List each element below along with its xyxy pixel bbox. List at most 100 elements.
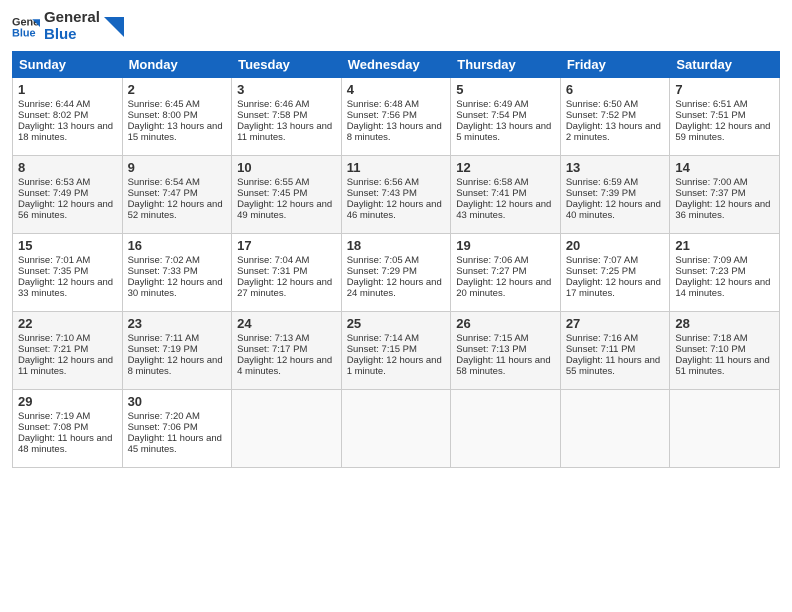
day-cell: 9Sunrise: 6:54 AMSunset: 7:47 PMDaylight… bbox=[122, 156, 232, 234]
day-info: Daylight: 12 hours and 43 minutes. bbox=[456, 199, 555, 221]
day-number: 10 bbox=[237, 160, 336, 175]
day-info: Daylight: 13 hours and 8 minutes. bbox=[347, 121, 446, 143]
day-info: Daylight: 12 hours and 4 minutes. bbox=[237, 355, 336, 377]
day-info: Sunset: 7:17 PM bbox=[237, 344, 336, 355]
day-number: 19 bbox=[456, 238, 555, 253]
col-header-friday: Friday bbox=[560, 52, 670, 78]
day-cell bbox=[670, 390, 780, 468]
day-number: 21 bbox=[675, 238, 774, 253]
day-info: Sunset: 7:49 PM bbox=[18, 188, 117, 199]
day-info: Sunrise: 6:46 AM bbox=[237, 99, 336, 110]
day-info: Sunset: 7:31 PM bbox=[237, 266, 336, 277]
day-info: Daylight: 11 hours and 55 minutes. bbox=[566, 355, 665, 377]
logo: General Blue General Blue bbox=[12, 10, 124, 43]
day-info: Sunrise: 7:09 AM bbox=[675, 255, 774, 266]
day-cell: 15Sunrise: 7:01 AMSunset: 7:35 PMDayligh… bbox=[13, 234, 123, 312]
week-row-2: 8Sunrise: 6:53 AMSunset: 7:49 PMDaylight… bbox=[13, 156, 780, 234]
day-info: Daylight: 12 hours and 33 minutes. bbox=[18, 277, 117, 299]
header-row: SundayMondayTuesdayWednesdayThursdayFrid… bbox=[13, 52, 780, 78]
day-info: Sunset: 7:27 PM bbox=[456, 266, 555, 277]
day-info: Sunrise: 6:54 AM bbox=[128, 177, 227, 188]
col-header-saturday: Saturday bbox=[670, 52, 780, 78]
day-info: Sunrise: 7:10 AM bbox=[18, 333, 117, 344]
day-number: 1 bbox=[18, 82, 117, 97]
week-row-1: 1Sunrise: 6:44 AMSunset: 8:02 PMDaylight… bbox=[13, 78, 780, 156]
day-info: Sunrise: 7:13 AM bbox=[237, 333, 336, 344]
day-info: Sunset: 7:25 PM bbox=[566, 266, 665, 277]
day-info: Sunrise: 7:14 AM bbox=[347, 333, 446, 344]
day-info: Sunrise: 7:11 AM bbox=[128, 333, 227, 344]
day-number: 18 bbox=[347, 238, 446, 253]
day-info: Daylight: 12 hours and 36 minutes. bbox=[675, 199, 774, 221]
day-cell: 22Sunrise: 7:10 AMSunset: 7:21 PMDayligh… bbox=[13, 312, 123, 390]
day-info: Daylight: 13 hours and 2 minutes. bbox=[566, 121, 665, 143]
day-number: 14 bbox=[675, 160, 774, 175]
day-info: Sunset: 7:15 PM bbox=[347, 344, 446, 355]
day-cell: 26Sunrise: 7:15 AMSunset: 7:13 PMDayligh… bbox=[451, 312, 561, 390]
day-number: 5 bbox=[456, 82, 555, 97]
day-info: Sunset: 7:39 PM bbox=[566, 188, 665, 199]
day-info: Sunrise: 7:01 AM bbox=[18, 255, 117, 266]
day-cell: 16Sunrise: 7:02 AMSunset: 7:33 PMDayligh… bbox=[122, 234, 232, 312]
day-cell: 10Sunrise: 6:55 AMSunset: 7:45 PMDayligh… bbox=[232, 156, 342, 234]
day-info: Daylight: 11 hours and 58 minutes. bbox=[456, 355, 555, 377]
day-info: Sunset: 7:52 PM bbox=[566, 110, 665, 121]
day-info: Sunset: 7:41 PM bbox=[456, 188, 555, 199]
day-cell: 1Sunrise: 6:44 AMSunset: 8:02 PMDaylight… bbox=[13, 78, 123, 156]
day-cell: 28Sunrise: 7:18 AMSunset: 7:10 PMDayligh… bbox=[670, 312, 780, 390]
day-info: Sunset: 7:10 PM bbox=[675, 344, 774, 355]
day-cell: 21Sunrise: 7:09 AMSunset: 7:23 PMDayligh… bbox=[670, 234, 780, 312]
page-container: General Blue General Blue SundayMondayTu… bbox=[0, 0, 792, 478]
day-info: Sunset: 8:02 PM bbox=[18, 110, 117, 121]
day-number: 20 bbox=[566, 238, 665, 253]
day-cell bbox=[341, 390, 451, 468]
svg-text:Blue: Blue bbox=[12, 27, 36, 39]
col-header-sunday: Sunday bbox=[13, 52, 123, 78]
day-info: Sunset: 7:54 PM bbox=[456, 110, 555, 121]
day-cell: 29Sunrise: 7:19 AMSunset: 7:08 PMDayligh… bbox=[13, 390, 123, 468]
day-number: 2 bbox=[128, 82, 227, 97]
day-info: Sunrise: 7:04 AM bbox=[237, 255, 336, 266]
day-info: Sunrise: 7:20 AM bbox=[128, 411, 227, 422]
day-cell: 2Sunrise: 6:45 AMSunset: 8:00 PMDaylight… bbox=[122, 78, 232, 156]
day-info: Sunrise: 6:45 AM bbox=[128, 99, 227, 110]
day-cell: 5Sunrise: 6:49 AMSunset: 7:54 PMDaylight… bbox=[451, 78, 561, 156]
day-info: Sunset: 7:56 PM bbox=[347, 110, 446, 121]
day-info: Sunrise: 7:00 AM bbox=[675, 177, 774, 188]
day-cell: 14 Sunrise: 7:00 AMSunset: 7:37 PMDayligh… bbox=[670, 156, 780, 234]
day-info: Daylight: 12 hours and 30 minutes. bbox=[128, 277, 227, 299]
day-info: Sunrise: 7:05 AM bbox=[347, 255, 446, 266]
day-cell: 8Sunrise: 6:53 AMSunset: 7:49 PMDaylight… bbox=[13, 156, 123, 234]
col-header-monday: Monday bbox=[122, 52, 232, 78]
day-info: Sunrise: 6:51 AM bbox=[675, 99, 774, 110]
logo-general: General bbox=[44, 10, 100, 27]
day-info: Sunrise: 6:56 AM bbox=[347, 177, 446, 188]
day-number: 12 bbox=[456, 160, 555, 175]
day-info: Daylight: 13 hours and 15 minutes. bbox=[128, 121, 227, 143]
day-info: Sunset: 7:51 PM bbox=[675, 110, 774, 121]
day-info: Daylight: 12 hours and 27 minutes. bbox=[237, 277, 336, 299]
day-info: Daylight: 12 hours and 56 minutes. bbox=[18, 199, 117, 221]
day-cell: 30Sunrise: 7:20 AMSunset: 7:06 PMDayligh… bbox=[122, 390, 232, 468]
week-row-4: 22Sunrise: 7:10 AMSunset: 7:21 PMDayligh… bbox=[13, 312, 780, 390]
day-info: Sunset: 7:11 PM bbox=[566, 344, 665, 355]
day-cell: 19Sunrise: 7:06 AMSunset: 7:27 PMDayligh… bbox=[451, 234, 561, 312]
day-info: Daylight: 11 hours and 48 minutes. bbox=[18, 433, 117, 455]
day-info: Sunrise: 7:16 AM bbox=[566, 333, 665, 344]
day-info: Sunset: 7:08 PM bbox=[18, 422, 117, 433]
day-info: Daylight: 12 hours and 11 minutes. bbox=[18, 355, 117, 377]
day-info: Sunrise: 7:02 AM bbox=[128, 255, 227, 266]
day-cell: 25Sunrise: 7:14 AMSunset: 7:15 PMDayligh… bbox=[341, 312, 451, 390]
day-number: 16 bbox=[128, 238, 227, 253]
calendar-table: SundayMondayTuesdayWednesdayThursdayFrid… bbox=[12, 51, 780, 468]
day-info: Sunrise: 7:15 AM bbox=[456, 333, 555, 344]
day-info: Sunset: 7:37 PM bbox=[675, 188, 774, 199]
day-cell: 13Sunrise: 6:59 AMSunset: 7:39 PMDayligh… bbox=[560, 156, 670, 234]
day-info: Sunset: 7:45 PM bbox=[237, 188, 336, 199]
day-info: Daylight: 13 hours and 5 minutes. bbox=[456, 121, 555, 143]
day-info: Sunrise: 7:06 AM bbox=[456, 255, 555, 266]
day-cell: 27Sunrise: 7:16 AMSunset: 7:11 PMDayligh… bbox=[560, 312, 670, 390]
day-info: Daylight: 12 hours and 24 minutes. bbox=[347, 277, 446, 299]
day-number: 15 bbox=[18, 238, 117, 253]
day-info: Daylight: 13 hours and 18 minutes. bbox=[18, 121, 117, 143]
